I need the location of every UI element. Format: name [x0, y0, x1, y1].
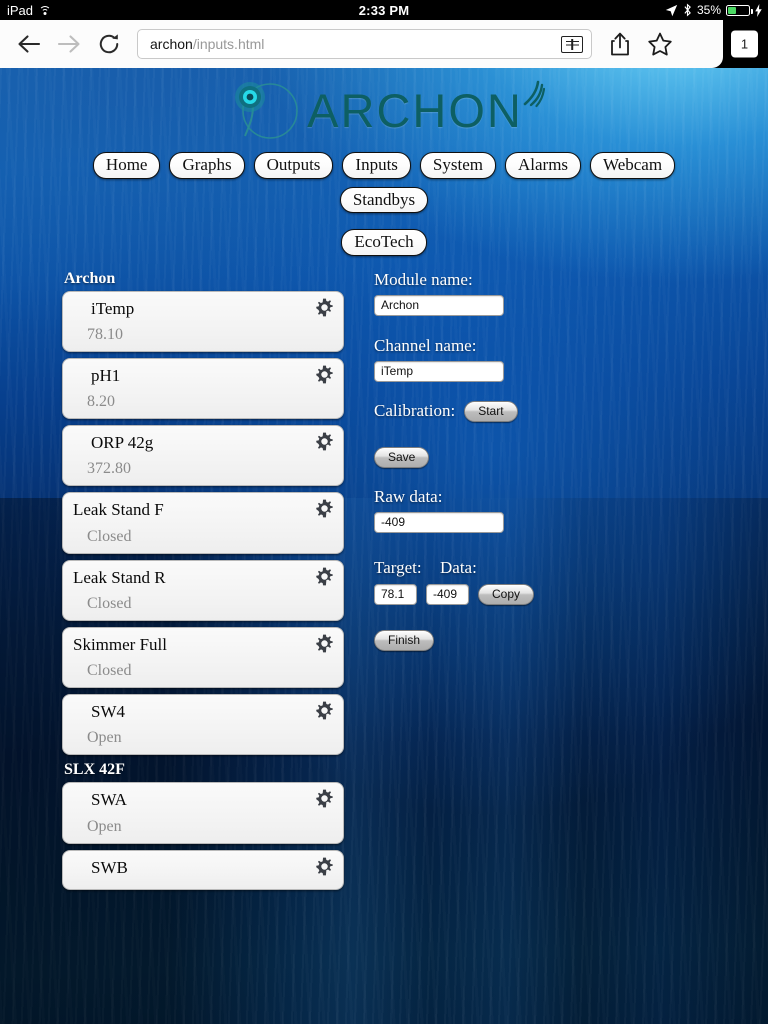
- reader-view-icon[interactable]: [561, 35, 583, 53]
- wifi-icon: [38, 5, 51, 16]
- nav-item-graphs[interactable]: Graphs: [169, 152, 245, 179]
- channel-name: SW4: [91, 702, 125, 722]
- archon-logo: ARCHON: [0, 68, 768, 146]
- archon-logo-mark: [235, 82, 298, 139]
- channel-name: Leak Stand R: [73, 567, 166, 587]
- status-bar-right: 35%: [665, 3, 768, 17]
- nav-item-inputs[interactable]: Inputs: [342, 152, 411, 179]
- bookmark-button[interactable]: [640, 24, 680, 64]
- calibration-label: Calibration:: [374, 401, 456, 421]
- data-value-input[interactable]: -409: [426, 583, 469, 605]
- channel-name: iTemp: [91, 298, 135, 318]
- lightning-bolt-icon: [755, 3, 762, 17]
- channel-name: Skimmer Full: [73, 634, 167, 654]
- channel-row-swb[interactable]: SWB: [62, 849, 344, 890]
- url-host-text: archon: [150, 36, 193, 52]
- gear-icon[interactable]: [315, 567, 334, 586]
- share-icon: [611, 32, 629, 56]
- bookmark-star-icon: [648, 32, 672, 55]
- bluetooth-icon: [684, 3, 691, 17]
- channel-row-orp-42g[interactable]: ORP 42g 372.80: [62, 425, 344, 487]
- battery-icon: [726, 4, 753, 16]
- gear-icon[interactable]: [315, 789, 334, 808]
- channel-row-leak-stand-r[interactable]: Leak Stand R Closed: [62, 559, 344, 621]
- nav-item-outputs[interactable]: Outputs: [253, 152, 334, 179]
- channel-edit-form: Module name: Archon Channel name: iTemp …: [352, 270, 768, 896]
- save-button[interactable]: Save: [374, 446, 430, 468]
- finish-button[interactable]: Finish: [374, 629, 435, 651]
- battery-percent-label: 35%: [696, 3, 721, 17]
- location-arrow-icon: [665, 4, 678, 16]
- module-name-label: Module name:: [374, 269, 473, 289]
- safari-toolbar: archon/inputs.html 1: [0, 20, 768, 68]
- site-navigation-row-2: EcoTech: [60, 229, 708, 256]
- group-header-slx-42f: SLX 42F: [64, 761, 125, 779]
- gear-icon[interactable]: [315, 499, 334, 518]
- url-input[interactable]: archon/inputs.html: [137, 29, 592, 59]
- gear-icon[interactable]: [315, 298, 334, 317]
- channel-row-ph1[interactable]: pH1 8.20: [62, 357, 344, 420]
- carrier-label: iPad: [7, 2, 34, 18]
- data-label: Data:: [440, 557, 477, 577]
- nav-item-webcam[interactable]: Webcam: [590, 152, 676, 179]
- channel-value: Closed: [87, 662, 132, 680]
- forward-arrow-icon: [57, 35, 80, 53]
- channel-row-sw4[interactable]: SW4 Open: [62, 694, 344, 756]
- group-header-archon: Archon: [64, 269, 116, 287]
- archon-logo-text: ARCHON: [307, 83, 523, 137]
- share-button[interactable]: [600, 24, 640, 64]
- gear-icon[interactable]: [315, 432, 334, 451]
- ios-status-bar: iPad 2:33 PM 35%: [0, 0, 768, 20]
- target-label: Target:: [374, 557, 422, 577]
- module-name-input[interactable]: Archon: [374, 294, 504, 316]
- channel-value: 8.20: [87, 393, 115, 411]
- gear-icon[interactable]: [315, 365, 334, 384]
- status-bar-clock: 2:33 PM: [358, 2, 410, 18]
- channel-value: 78.10: [87, 325, 123, 343]
- target-value-input[interactable]: 78.1: [374, 583, 417, 605]
- channel-row-skimmer-full[interactable]: Skimmer Full Closed: [62, 626, 344, 689]
- channel-value: Closed: [87, 527, 132, 545]
- channel-value: Open: [87, 729, 122, 747]
- channel-row-leak-stand-f[interactable]: Leak Stand F Closed: [62, 492, 344, 554]
- channel-name-label: Channel name:: [374, 335, 477, 355]
- channel-row-swa[interactable]: SWA Open: [62, 782, 344, 844]
- gear-icon[interactable]: [315, 701, 334, 720]
- channel-name-input[interactable]: iTemp: [374, 360, 504, 382]
- nav-item-system[interactable]: System: [419, 152, 496, 179]
- gear-icon[interactable]: [315, 634, 334, 653]
- channel-name: SWB: [91, 857, 128, 877]
- channel-list-panel: Archon iTemp 78.10 pH1 8.20 ORP 42g 372.…: [0, 270, 352, 896]
- gear-icon[interactable]: [315, 857, 334, 876]
- site-navigation: Home Graphs Outputs Inputs System Alarms…: [0, 146, 768, 256]
- reload-button[interactable]: [89, 24, 129, 64]
- back-arrow-icon: [18, 35, 41, 53]
- reload-icon: [99, 34, 119, 54]
- tab-count-button[interactable]: 1: [731, 30, 758, 58]
- url-path-text: /inputs.html: [192, 36, 265, 52]
- channel-value: 372.80: [87, 460, 131, 478]
- forward-button[interactable]: [49, 24, 89, 64]
- raw-data-label: Raw data:: [374, 486, 443, 506]
- web-page-viewport: ARCHON Home Graphs Outputs Inputs System…: [0, 68, 768, 1024]
- copy-button[interactable]: Copy: [478, 583, 535, 605]
- channel-name: ORP 42g: [91, 433, 154, 453]
- nav-item-standbys[interactable]: Standbys: [339, 186, 429, 214]
- channel-value: Open: [87, 817, 122, 835]
- nav-item-ecotech[interactable]: EcoTech: [341, 229, 427, 256]
- nav-item-home[interactable]: Home: [92, 152, 161, 179]
- page-columns: Archon iTemp 78.10 pH1 8.20 ORP 42g 372.…: [0, 256, 768, 896]
- channel-name: pH1: [91, 365, 121, 385]
- status-bar-left: iPad: [0, 3, 51, 18]
- channel-value: Closed: [87, 594, 132, 612]
- channel-name: SWA: [91, 790, 127, 810]
- raw-data-input[interactable]: -409: [374, 511, 504, 533]
- channel-row-itemp[interactable]: iTemp 78.10: [62, 290, 344, 352]
- channel-name: Leak Stand F: [73, 500, 164, 520]
- start-calibration-button[interactable]: Start: [464, 400, 518, 422]
- nav-item-alarms[interactable]: Alarms: [504, 152, 582, 179]
- back-button[interactable]: [9, 24, 49, 64]
